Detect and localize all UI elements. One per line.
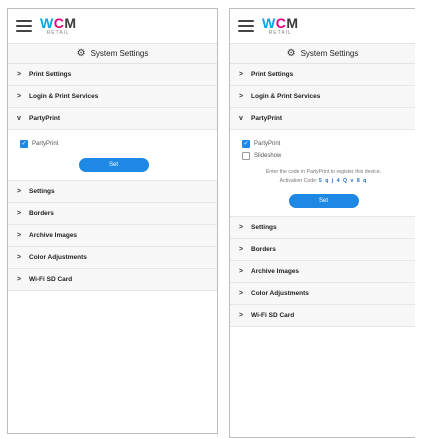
partyprint-checkbox[interactable]: ✓ [20, 140, 28, 148]
settings-item-print-settings[interactable]: > Print Settings [8, 64, 217, 86]
partyprint-checkbox-label: PartyPrint [254, 141, 281, 147]
chevron-down-icon: v [239, 115, 243, 122]
activation-code-row: Activation Code: 5 q j 4 Q v 8 q [242, 177, 405, 186]
hamburger-icon[interactable] [16, 20, 32, 32]
gear-icon: ⚙ [76, 48, 86, 59]
settings-item-login-print-services[interactable]: > Login & Print Services [8, 86, 217, 108]
partyprint-section: ✓ PartyPrint Slideshow Enter the code in… [230, 130, 415, 217]
chevron-right-icon: > [17, 188, 22, 195]
slideshow-checkbox-label: Slideshow [254, 153, 282, 159]
chevron-right-icon: > [17, 276, 22, 283]
chevron-right-icon: > [239, 267, 244, 275]
hamburger-icon[interactable] [238, 20, 254, 32]
settings-item-partyprint[interactable]: v PartyPrint [230, 108, 415, 130]
settings-item-settings[interactable]: > Settings [230, 216, 415, 239]
settings-panel-left: WCM RETAIL ⚙ System Settings > Print Sett… [7, 8, 218, 434]
activation-info: Enter the code in PartyPrint to register… [242, 168, 405, 186]
partyprint-checkbox-row[interactable]: ✓ PartyPrint [20, 138, 207, 150]
settings-item-borders[interactable]: > Borders [8, 203, 217, 225]
settings-item-borders[interactable]: > Borders [230, 238, 415, 261]
page-title: ⚙ System Settings [230, 43, 415, 63]
settings-list: > Print Settings > Login & Print Services … [8, 63, 217, 291]
chevron-right-icon: > [239, 71, 244, 78]
gear-icon: ⚙ [286, 48, 296, 59]
chevron-right-icon: > [17, 254, 22, 261]
activation-code-label: Activation Code: [279, 177, 318, 184]
page-title: ⚙ System Settings [8, 43, 217, 63]
settings-item-print-settings[interactable]: > Print Settings [230, 64, 415, 86]
chevron-right-icon: > [17, 71, 22, 78]
settings-item-settings[interactable]: > Settings [8, 181, 217, 203]
settings-item-color-adjustments[interactable]: > Color Adjustments [230, 282, 415, 305]
partyprint-section: ✓ PartyPrint Set [8, 130, 217, 181]
settings-item-wifi-sd-card[interactable]: > Wi-Fi SD Card [8, 269, 217, 291]
chevron-right-icon: > [17, 93, 22, 100]
settings-item-login-print-services[interactable]: > Login & Print Services [230, 86, 415, 108]
brand-logo: WCM RETAIL [262, 15, 299, 36]
settings-item-partyprint[interactable]: v PartyPrint [8, 108, 217, 130]
settings-item-color-adjustments[interactable]: > Color Adjustments [8, 247, 217, 269]
chevron-down-icon: v [17, 115, 21, 122]
settings-panel-right: WCM RETAIL ⚙ System Settings > Print Sett… [229, 8, 415, 438]
activation-instructions: Enter the code in PartyPrint to register… [265, 169, 382, 175]
top-bar: WCM RETAIL [230, 9, 415, 43]
chevron-right-icon: > [17, 210, 22, 217]
chevron-right-icon: > [239, 311, 244, 319]
partyprint-checkbox-row[interactable]: ✓ PartyPrint [242, 138, 405, 150]
chevron-right-icon: > [239, 93, 244, 100]
settings-item-archive-images[interactable]: > Archive Images [8, 225, 217, 247]
settings-item-wifi-sd-card[interactable]: > Wi-Fi SD Card [230, 304, 415, 327]
slideshow-checkbox[interactable] [242, 152, 250, 160]
brand-logo: WCM RETAIL [40, 15, 77, 36]
page-title-text: System Settings [90, 49, 149, 58]
activation-code: 5 q j 4 Q v 8 q [318, 177, 368, 184]
settings-list: > Print Settings > Login & Print Services … [230, 63, 415, 327]
chevron-right-icon: > [17, 232, 22, 239]
top-bar: WCM RETAIL [8, 9, 217, 43]
chevron-right-icon: > [239, 289, 244, 297]
set-button[interactable]: Set [78, 158, 149, 172]
chevron-right-icon: > [239, 245, 244, 253]
slideshow-checkbox-row[interactable]: Slideshow [242, 150, 405, 162]
chevron-right-icon: > [239, 223, 244, 231]
set-button[interactable]: Set [288, 193, 359, 208]
settings-item-archive-images[interactable]: > Archive Images [230, 260, 415, 283]
partyprint-checkbox-label: PartyPrint [32, 141, 59, 147]
page-title-text: System Settings [300, 49, 359, 58]
partyprint-checkbox[interactable]: ✓ [242, 140, 250, 148]
